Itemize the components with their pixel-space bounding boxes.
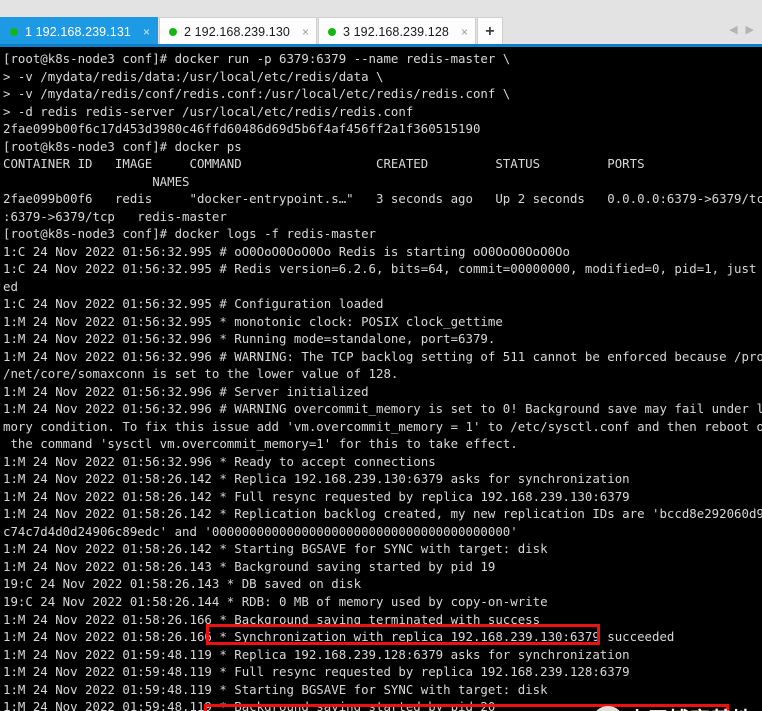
tab-bar: 1 192.168.239.131 × 2 192.168.239.130 × …	[0, 0, 762, 47]
terminal-app-window: 1 192.168.239.131 × 2 192.168.239.130 × …	[0, 0, 762, 711]
connection-status-dot-icon	[10, 28, 18, 36]
tab-192-168-239-130[interactable]: 2 192.168.239.130 ×	[158, 17, 317, 46]
terminal-output: [root@k8s-node3 conf]# docker run -p 637…	[3, 51, 762, 711]
tab-scroll-controls: ◀ ▶	[729, 25, 754, 36]
connection-status-dot-icon	[327, 28, 336, 36]
tab-close-icon[interactable]: ×	[302, 26, 309, 38]
tab-label: 2 192.168.239.130	[183, 25, 290, 39]
scroll-right-icon[interactable]: ▶	[746, 25, 754, 36]
tab-close-icon[interactable]: ×	[461, 26, 468, 38]
scroll-left-icon[interactable]: ◀	[729, 25, 737, 36]
tab-192-168-239-128[interactable]: 3 192.168.239.128 ×	[317, 17, 476, 46]
tab-close-icon[interactable]: ×	[143, 26, 150, 38]
new-tab-button[interactable]: +	[476, 17, 503, 46]
tab-label: 1 192.168.239.131	[25, 25, 131, 39]
tab-label: 3 192.168.239.128	[342, 25, 449, 39]
connection-status-dot-icon	[168, 28, 177, 36]
tab-strip: 1 192.168.239.131 × 2 192.168.239.130 × …	[0, 17, 503, 46]
terminal-pane[interactable]: [root@k8s-node3 conf]# docker run -p 637…	[0, 47, 762, 711]
tab-192-168-239-131[interactable]: 1 192.168.239.131 ×	[0, 17, 158, 46]
